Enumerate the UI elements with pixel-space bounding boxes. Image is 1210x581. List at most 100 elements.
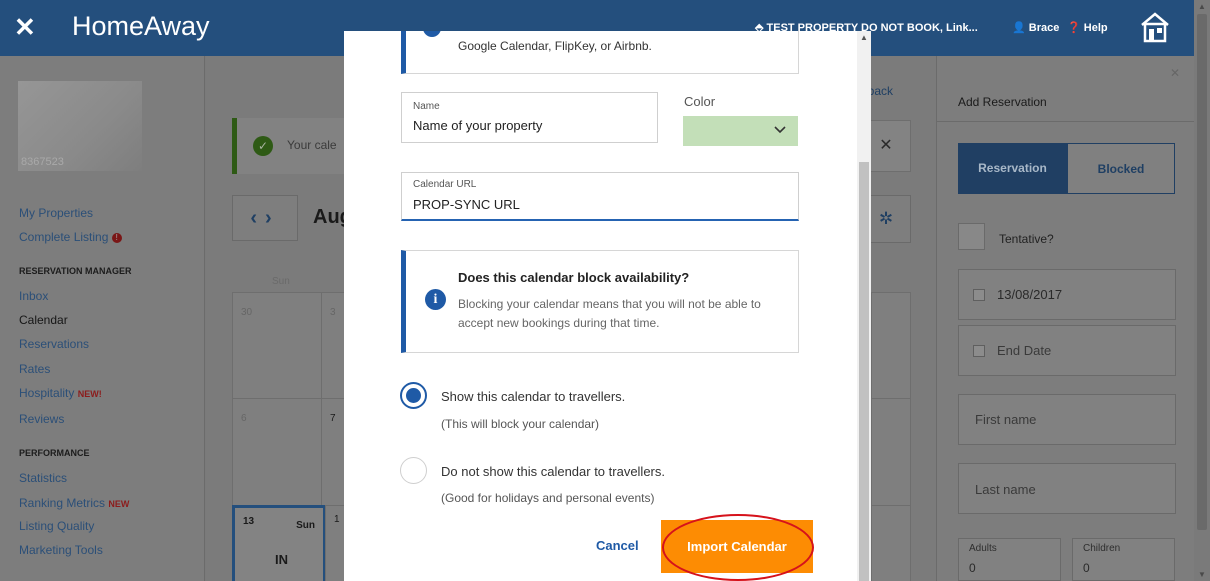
color-select[interactable] bbox=[683, 116, 798, 146]
property-thumbnail[interactable]: 8367523 bbox=[18, 81, 142, 171]
section-heading-performance: PERFORMANCE bbox=[19, 448, 90, 458]
hide-calendar-label[interactable]: Do not show this calendar to travellers. bbox=[441, 464, 665, 479]
close-icon[interactable]: ✕ bbox=[14, 14, 36, 40]
scroll-down-icon[interactable]: ▼ bbox=[1198, 570, 1206, 579]
adults-label: Adults bbox=[969, 543, 997, 554]
block-body: Blocking your calendar means that you wi… bbox=[458, 297, 761, 330]
day-number: 30 bbox=[241, 307, 253, 318]
calendar-day[interactable] bbox=[871, 505, 911, 581]
user-menu[interactable]: 👤 Brace bbox=[1012, 21, 1059, 34]
sidebar-item-inbox[interactable]: Inbox bbox=[19, 289, 48, 303]
panel-title: Add Reservation bbox=[958, 95, 1047, 109]
children-label: Children bbox=[1083, 543, 1121, 554]
chevron-down-icon bbox=[774, 126, 786, 134]
info-icon: i bbox=[425, 289, 446, 310]
alert-icon: ! bbox=[111, 233, 122, 243]
last-name-placeholder: Last name bbox=[975, 482, 1036, 497]
modal-scrollbar[interactable]: ▲ bbox=[857, 31, 871, 581]
show-calendar-radio[interactable] bbox=[400, 382, 427, 409]
sidebar-item-marketing-tools[interactable]: Marketing Tools bbox=[19, 543, 103, 557]
house-icon[interactable] bbox=[1140, 11, 1170, 43]
info-box-block-availability: i Does this calendar block availability?… bbox=[401, 250, 799, 353]
end-date-placeholder: End Date bbox=[997, 343, 1052, 358]
tentative-checkbox[interactable] bbox=[958, 223, 985, 250]
cancel-button[interactable]: Cancel bbox=[596, 538, 639, 553]
start-date-value: 13/08/2017 bbox=[997, 287, 1063, 302]
day-number: 7 bbox=[330, 413, 336, 424]
user-name: Brace bbox=[1028, 22, 1060, 34]
adults-value: 0 bbox=[969, 561, 976, 575]
property-id: 8367523 bbox=[21, 156, 64, 168]
sidebar-item-label: Ranking Metrics bbox=[19, 496, 106, 510]
first-name-field[interactable]: First name bbox=[958, 394, 1176, 445]
calendar-day[interactable]: 6 bbox=[232, 398, 322, 506]
sidebar-item-complete-listing[interactable]: Complete Listing ! bbox=[19, 230, 122, 244]
url-label: Calendar URL bbox=[413, 179, 477, 190]
info-box-text: Google Calendar, FlipKey, or Airbnb. bbox=[458, 39, 652, 53]
hide-calendar-radio[interactable] bbox=[400, 457, 427, 484]
calendar-day[interactable]: 1 bbox=[325, 505, 345, 581]
sidebar: 8367523 My Properties Complete Listing !… bbox=[0, 56, 205, 581]
tab-blocked[interactable]: Blocked bbox=[1067, 143, 1175, 194]
tentative-label: Tentative? bbox=[999, 232, 1054, 246]
hide-calendar-sublabel: (Good for holidays and personal events) bbox=[441, 491, 655, 505]
show-calendar-label[interactable]: Show this calendar to travellers. bbox=[441, 389, 625, 404]
sidebar-item-statistics[interactable]: Statistics bbox=[19, 471, 67, 485]
calendar-day[interactable]: 30 bbox=[232, 292, 322, 399]
start-date-field[interactable]: 13/08/2017 bbox=[958, 269, 1176, 320]
calendar-icon bbox=[973, 345, 985, 357]
scroll-thumb[interactable] bbox=[1197, 14, 1207, 530]
red-circle-annotation bbox=[662, 514, 814, 581]
checkin-label: IN bbox=[275, 552, 288, 567]
sidebar-item-label: Complete Listing bbox=[19, 230, 109, 244]
end-date-field[interactable]: End Date bbox=[958, 325, 1176, 376]
scroll-up-icon[interactable]: ▲ bbox=[1198, 2, 1206, 11]
scroll-up-icon[interactable]: ▲ bbox=[860, 33, 868, 42]
day-number: 3 bbox=[330, 307, 336, 318]
sidebar-item-my-properties[interactable]: My Properties bbox=[19, 206, 93, 220]
day-number: 6 bbox=[241, 413, 247, 424]
new-badge: NEW bbox=[108, 499, 130, 509]
info-icon bbox=[423, 31, 441, 37]
block-heading: Does this calendar block availability? bbox=[458, 270, 690, 285]
month-nav-arrows[interactable]: ‹› bbox=[232, 195, 298, 241]
sidebar-item-ranking-metrics[interactable]: Ranking Metrics NEW bbox=[19, 496, 129, 510]
help-link[interactable]: ❓ Help bbox=[1067, 21, 1108, 34]
import-calendar-modal: Google Calendar, FlipKey, or Airbnb. Nam… bbox=[344, 31, 871, 581]
page-scrollbar[interactable]: ▲ ▼ bbox=[1194, 0, 1210, 581]
success-text: Your cale bbox=[287, 138, 337, 152]
calendar-day[interactable] bbox=[871, 292, 911, 399]
add-reservation-panel: ✕ Add Reservation Reservation Blocked Te… bbox=[936, 56, 1195, 581]
calendar-day[interactable]: 3 bbox=[321, 292, 345, 399]
gear-icon: ✲ bbox=[878, 209, 894, 228]
help-label: Help bbox=[1083, 22, 1108, 34]
divider bbox=[937, 121, 1195, 122]
show-calendar-sublabel: (This will block your calendar) bbox=[441, 417, 600, 431]
calendar-url-field[interactable]: Calendar URL PROP-SYNC URL bbox=[401, 172, 799, 221]
url-value: PROP-SYNC URL bbox=[413, 197, 520, 212]
first-name-placeholder: First name bbox=[975, 412, 1037, 427]
sidebar-item-rates[interactable]: Rates bbox=[19, 362, 50, 376]
last-name-field[interactable]: Last name bbox=[958, 463, 1176, 514]
sidebar-item-reservations[interactable]: Reservations bbox=[19, 337, 89, 351]
day-number: 13 bbox=[243, 516, 255, 527]
calendar-name-field[interactable]: Name Name of your property bbox=[401, 92, 658, 143]
sidebar-item-reviews[interactable]: Reviews bbox=[19, 412, 64, 426]
children-value: 0 bbox=[1083, 561, 1090, 575]
day-number: 1 bbox=[334, 514, 340, 525]
scroll-thumb[interactable] bbox=[859, 162, 869, 581]
children-field[interactable]: Children 0 bbox=[1072, 538, 1175, 581]
adults-field[interactable]: Adults 0 bbox=[958, 538, 1061, 581]
info-box-sources: Google Calendar, FlipKey, or Airbnb. bbox=[401, 31, 799, 74]
sidebar-item-hospitality[interactable]: Hospitality NEW! bbox=[19, 386, 102, 400]
sidebar-item-label: Hospitality bbox=[19, 386, 75, 400]
tab-reservation[interactable]: Reservation bbox=[958, 143, 1067, 194]
brand-logo[interactable]: HomeAway bbox=[72, 10, 210, 42]
sidebar-item-listing-quality[interactable]: Listing Quality bbox=[19, 519, 94, 533]
calendar-day[interactable]: 7 bbox=[321, 398, 345, 506]
calendar-day[interactable] bbox=[871, 398, 911, 506]
sidebar-item-calendar[interactable]: Calendar bbox=[19, 313, 68, 327]
panel-close-icon[interactable]: ✕ bbox=[1170, 66, 1180, 80]
calendar-day-today[interactable]: 13 Sun IN bbox=[232, 505, 326, 581]
weekday-label: Sun bbox=[272, 276, 290, 287]
